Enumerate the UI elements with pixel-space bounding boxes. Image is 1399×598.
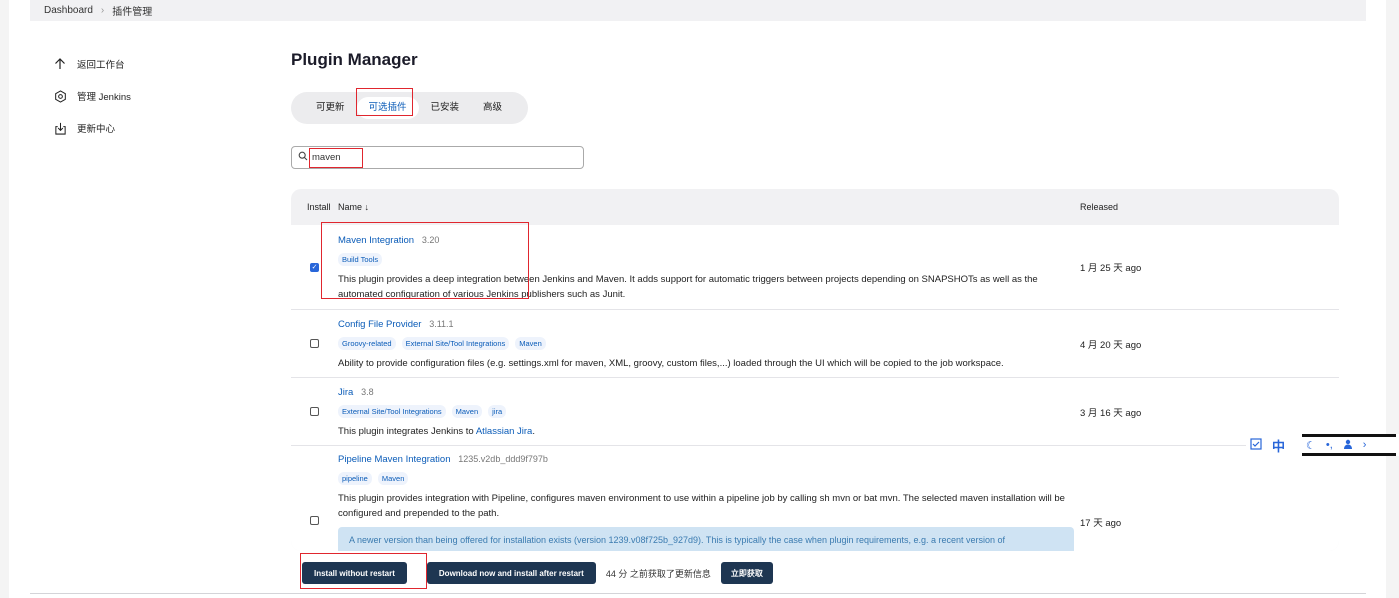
tab-installed[interactable]: 已安装 (419, 97, 472, 119)
ime-mode-label[interactable]: 中 (1272, 436, 1285, 455)
plugin-table: Install Name ↓ Released ✓ Maven Integrat… (291, 189, 1339, 551)
search-icon (298, 151, 308, 164)
table-row: Config File Provider 3.11.1 Groovy-relat… (291, 310, 1339, 378)
plugin-tag[interactable]: External Site/Tool Integrations (338, 404, 446, 418)
plugin-tags: pipeline Maven (338, 472, 1080, 485)
version-notice: A newer version than being offered for i… (338, 527, 1074, 551)
plugin-released: 4 月 20 天 ago (1080, 339, 1142, 351)
sidebar-item-label: 更新中心 (77, 124, 116, 135)
update-info-text: 44 分 之前获取了更新信息 (605, 568, 711, 579)
user-icon[interactable] (1343, 439, 1353, 452)
download-install-after-restart-button[interactable]: Download now and install after restart (426, 562, 596, 584)
plugin-tag[interactable]: Maven (377, 472, 409, 485)
install-checkbox[interactable] (310, 516, 319, 525)
plugin-released: 1 月 25 天 ago (1080, 263, 1142, 274)
chevron-icon[interactable]: › (1363, 439, 1367, 451)
plugin-tags: External Site/Tool Integrations Maven ji… (338, 404, 1080, 418)
plugin-version: 3.20 (421, 234, 440, 245)
table-row: ✓ Maven Integration 3.20 Build Tools Thi… (291, 225, 1339, 310)
install-checkbox[interactable] (310, 407, 319, 416)
plugin-description: This plugin provides integration with Pi… (338, 493, 1065, 519)
sidebar-item-manage-jenkins[interactable]: 管理 Jenkins (53, 80, 131, 112)
plugin-released: 3 月 16 天 ago (1080, 407, 1142, 419)
plugin-name-link[interactable]: Pipeline Maven Integration (338, 454, 451, 465)
plugin-description: This plugin integrates Jenkins to Atlass… (338, 425, 535, 437)
install-checkbox[interactable] (310, 339, 319, 348)
plugin-version: 3.8 (361, 386, 374, 397)
install-without-restart-button[interactable]: Install without restart (302, 562, 407, 584)
plugin-tag[interactable]: External Site/Tool Integrations (401, 336, 510, 350)
plugin-description: This plugin provides a deep integration … (338, 273, 1038, 300)
column-header-name[interactable]: Name ↓ (338, 202, 1080, 212)
table-row: Pipeline Maven Integration 1235.v2db_ddd… (291, 446, 1339, 551)
plugin-name-link[interactable]: Maven Integration (338, 235, 414, 246)
search-input[interactable] (312, 152, 562, 163)
plugin-tags: Groovy-related External Site/Tool Integr… (338, 336, 1080, 350)
fetch-now-button[interactable]: 立即获取 (720, 562, 773, 584)
footer-bar: Install without restart Download now and… (291, 553, 1351, 593)
plugin-tag[interactable]: Maven (451, 404, 483, 418)
sidebar: 返回工作台 管理 Jenkins 更新中心 (53, 48, 131, 144)
table-header: Install Name ↓ Released (291, 189, 1339, 225)
breadcrumb-dashboard[interactable]: Dashboard (44, 5, 93, 16)
search-box (291, 146, 584, 169)
divider (30, 593, 1366, 594)
plugin-name-link[interactable]: Config File Provider (338, 319, 421, 330)
arrow-up-icon (53, 57, 67, 71)
sidebar-item-label: 返回工作台 (77, 60, 125, 71)
plugin-version: 3.11.1 (429, 318, 454, 329)
sidebar-item-update-center[interactable]: 更新中心 (53, 112, 131, 144)
sidebar-item-back[interactable]: 返回工作台 (53, 48, 131, 80)
plugin-name-link[interactable]: Jira (338, 387, 353, 398)
tab-available[interactable]: 可选插件 (356, 97, 419, 119)
plugin-tag[interactable]: pipeline (338, 472, 372, 485)
plugin-tag[interactable]: Build Tools (338, 252, 383, 266)
download-icon (53, 121, 67, 135)
tab-bar: 可更新 可选插件 已安装 高级 (291, 92, 528, 124)
sidebar-item-label: 管理 Jenkins (77, 92, 131, 103)
tab-updates[interactable]: 可更新 (304, 97, 357, 119)
tab-advanced[interactable]: 高级 (471, 97, 514, 119)
plugin-released: 17 天 ago (1080, 518, 1122, 529)
plugin-tag[interactable]: Groovy-related (338, 336, 396, 350)
plugin-tag[interactable]: jira (488, 404, 507, 418)
column-header-install: Install (307, 202, 331, 212)
plugin-tags: Build Tools (338, 252, 1080, 266)
gear-icon (53, 89, 67, 103)
page-title: Plugin Manager (291, 50, 418, 69)
install-checkbox[interactable]: ✓ (310, 262, 319, 272)
chevron-right-icon: › (100, 5, 105, 16)
breadcrumb: Dashboard › 插件管理 (30, 0, 1366, 21)
plugin-version: 1235.v2db_ddd9f797b (458, 454, 548, 464)
checkbox-icon[interactable] (1250, 437, 1262, 453)
ime-toolbar: 中 ☾ •, › (1246, 434, 1399, 456)
plugin-tag[interactable]: Maven (515, 336, 546, 350)
table-row: Jira 3.8 External Site/Tool Integrations… (291, 378, 1339, 446)
atlassian-jira-link[interactable]: Atlassian Jira (476, 426, 533, 437)
punctuation-icon[interactable]: •, (1326, 439, 1333, 451)
column-header-released: Released (1080, 202, 1119, 212)
breadcrumb-plugin-manager[interactable]: 插件管理 (112, 3, 152, 18)
plugin-description: Ability to provide configuration files (… (338, 357, 1004, 369)
moon-icon[interactable]: ☾ (1306, 439, 1316, 452)
